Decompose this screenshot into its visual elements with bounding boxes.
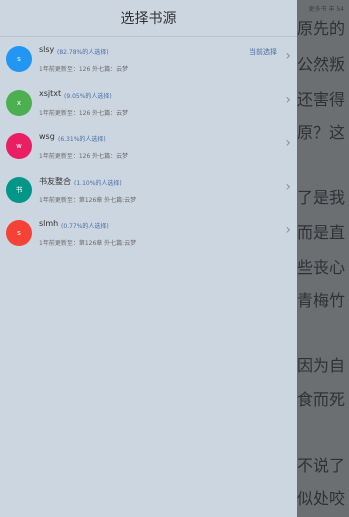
source-avatar: 书 [6,177,32,203]
chevron-right-icon: › [285,48,291,64]
source-avatar: w [6,133,32,159]
source-update-info: 1年前更新至：第126章 外七篇:云梦 [39,197,137,204]
source-avatar: s [6,46,32,72]
reader-text-line: 公然叛 [297,55,346,74]
reader-text-line: 因为自 [297,356,346,375]
source-item[interactable]: 书书友整合 (1.10%的人选择) 1年前更新至：第126章 外七篇:云梦 › [0,169,297,213]
drawer-header: 选择书源 [0,0,297,37]
source-item[interactable]: s slmh (0.77%的人选择) 1年前更新至：第126章 外七篇:云梦 › [0,212,297,256]
reader-text-line: 了是我 [297,188,346,207]
source-avatar: x [6,90,32,116]
chevron-right-icon: › [285,92,291,108]
reader-text-line: 而是直 [297,223,346,242]
source-item[interactable]: x xsjtxt (9.05%的人选择) 1年前更新至：126 外七篇：云梦 › [0,82,297,126]
source-selection-drawer: 选择书源 s slsy (82.78%的人选择) 1年前更新至：126 外七篇：云梦当… [0,0,297,517]
reader-text-line: 还害得 [297,90,346,109]
reader-text-line: 原先的 [297,19,346,38]
reader-text-line: 食而死 [297,390,346,409]
source-name: slmh [39,219,59,228]
source-name: slsy [39,45,55,54]
drawer-title: 选择书源 [120,11,177,27]
source-selection-percent: (82.78%的人选择) [57,49,109,56]
source-update-info: 1年前更新至：126 外七篇：云梦 [39,110,129,117]
reader-text-line: 原？这 [297,123,346,142]
source-selection-percent: (6.31%的人选择) [58,136,106,143]
current-selection-badge: 当前选择 [249,48,277,56]
reader-text-line: 不说了 [297,456,346,475]
source-name: 书友整合 [39,177,71,186]
source-selection-percent: (0.77%的人选择) [61,223,109,230]
source-selection-percent: (1.10%的人选择) [74,180,122,187]
source-selection-percent: (9.05%的人选择) [64,93,112,100]
chevron-right-icon: › [285,222,291,238]
source-update-info: 1年前更新至：126 外七篇：云梦 [39,66,129,73]
source-name: xsjtxt [39,89,62,98]
reader-text-line: 些丧心 [297,258,346,277]
reader-text-line: 似处咬 [297,489,346,508]
source-avatar: s [6,220,32,246]
chevron-right-icon: › [285,179,291,195]
source-update-info: 1年前更新至：第126章 外七篇:云梦 [39,240,137,247]
source-name: wsg [39,132,55,141]
reader-status-bar: 更多书 丰 54 [308,6,344,13]
source-update-info: 1年前更新至：126 外七篇：云梦 [39,153,129,160]
reader-text-line: 青梅竹 [297,291,346,310]
source-item[interactable]: s slsy (82.78%的人选择) 1年前更新至：126 外七篇：云梦 当前选择 › [0,38,297,82]
chevron-right-icon: › [285,135,291,151]
source-item[interactable]: w wsg (6.31%的人选择) 1年前更新至：126 外七篇：云梦 › [0,125,297,169]
